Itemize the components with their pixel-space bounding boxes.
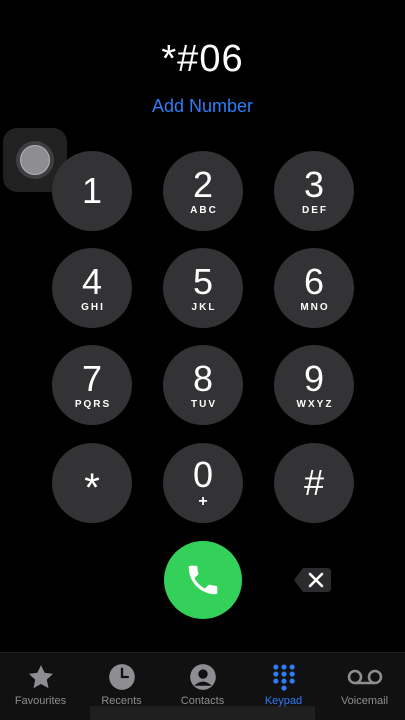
tab-favourites[interactable]: Favourites [0, 663, 81, 720]
key-2[interactable]: 2 ABC [163, 151, 243, 231]
key-7[interactable]: 7 PQRS [52, 345, 132, 425]
assistive-touch-dot [20, 145, 50, 175]
tab-voicemail[interactable]: Voicemail [324, 663, 405, 720]
key-letters: ABC [190, 204, 218, 216]
key-letters: + [198, 493, 210, 510]
key-hash[interactable]: # [274, 443, 354, 523]
key-digit: 7 [81, 357, 103, 399]
key-letters: TUV [191, 398, 217, 410]
phone-keypad-screen: *#06 Add Number 1 2 ABC 3 DEF 4 GHI 5 JK… [0, 0, 405, 720]
key-digit: * [84, 466, 100, 510]
key-9[interactable]: 9 WXYZ [274, 345, 354, 425]
key-letters: MNO [300, 301, 330, 313]
star-icon [28, 665, 53, 689]
key-digit: # [303, 462, 325, 503]
voicemail-icon [347, 669, 382, 685]
key-letters: DEF [302, 204, 328, 216]
key-1[interactable]: 1 [52, 151, 132, 231]
call-button[interactable] [164, 541, 242, 619]
key-letters: PQRS [74, 398, 112, 410]
key-0[interactable]: 0 + [163, 443, 243, 523]
key-digit: 3 [303, 163, 325, 205]
key-letters: JKL [191, 301, 217, 313]
key-star[interactable]: * [52, 443, 132, 523]
key-5[interactable]: 5 JKL [163, 248, 243, 328]
key-digit: 0 [192, 454, 214, 495]
home-indicator [90, 706, 315, 720]
key-digit: 9 [303, 357, 325, 399]
backspace-icon [294, 568, 331, 592]
key-6[interactable]: 6 MNO [274, 248, 354, 328]
add-number-link[interactable]: Add Number [0, 96, 405, 117]
phone-icon [188, 565, 218, 595]
key-4[interactable]: 4 GHI [52, 248, 132, 328]
key-3[interactable]: 3 DEF [274, 151, 354, 231]
key-8[interactable]: 8 TUV [163, 345, 243, 425]
key-digit: 1 [81, 170, 103, 211]
key-digit: 8 [192, 357, 214, 399]
clock-icon [108, 664, 135, 690]
key-digit: 5 [192, 260, 214, 302]
key-letters: GHI [81, 301, 105, 313]
key-digit: 4 [81, 260, 103, 302]
tab-label: Favourites [14, 695, 67, 707]
tab-label: Voicemail [340, 695, 389, 707]
key-digit: 6 [303, 260, 325, 302]
person-icon [189, 664, 216, 690]
keypad-icon [272, 664, 295, 691]
delete-button[interactable] [293, 566, 333, 594]
key-digit: 2 [192, 163, 214, 205]
key-letters: WXYZ [296, 398, 334, 410]
dialed-number: *#06 [161, 38, 244, 80]
